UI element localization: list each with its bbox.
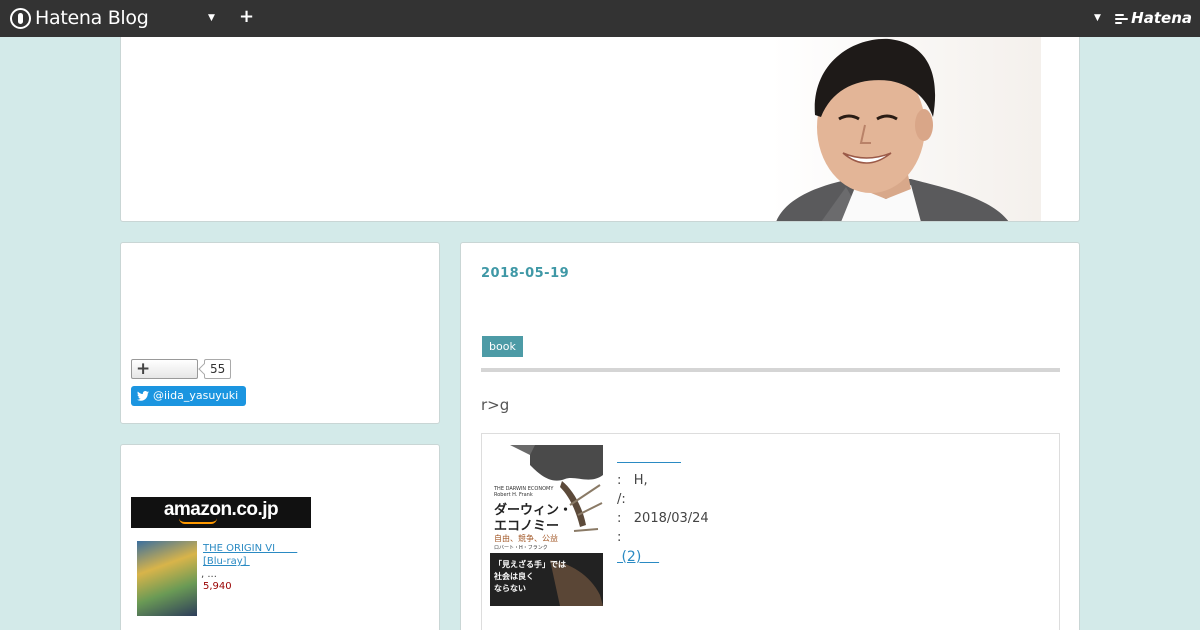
book-author-line: : H, (617, 473, 648, 488)
product-title-link[interactable]: THE ORIGIN VI [Blu-ray] (203, 542, 311, 568)
sidebar-amazon-module: amazon.co.jp THE ORIGIN VI [Blu-ray] , .… (120, 444, 440, 630)
book-release-date-line: : 2018/03/24 (617, 511, 709, 526)
header-portrait-image (771, 37, 1041, 221)
cover-band-2: 社会は良く (494, 572, 534, 581)
amazon-banner-label: amazon.co.jp (163, 499, 279, 520)
amazon-banner[interactable]: amazon.co.jp (131, 497, 311, 528)
book-media-line: : (617, 530, 622, 545)
global-header: Hatena Blog ▼ + ▼ Hatena (0, 0, 1200, 37)
add-button[interactable]: + (239, 6, 254, 27)
product-price: 5,940 (203, 581, 232, 592)
book-publisher-line: /: (617, 492, 626, 507)
book-review-link[interactable]: (2) (617, 549, 659, 565)
entry-divider (481, 368, 1060, 372)
cover-author-en: Robert H. Frank (494, 492, 533, 498)
cover-author-jp: ロバート・H・フランク (494, 545, 548, 551)
cover-subtitle-jp: 自由、競争、公益 (494, 534, 558, 543)
entry-lead-text: r>g (481, 396, 510, 414)
twitter-handle: @iida_yasuyuki (153, 389, 239, 402)
cover-title-jp-2: エコノミー (494, 519, 560, 534)
entry-article: 2018-05-19 book r>g THE DARWIN ECONOMY R… (460, 242, 1080, 630)
book-title-link[interactable] (617, 455, 681, 463)
category-tag-book[interactable]: book (482, 336, 523, 357)
chevron-down-icon[interactable]: ▼ (208, 13, 215, 23)
hatena-bookmark-button[interactable]: + (131, 359, 198, 379)
entry-date-link[interactable]: 2018-05-19 (481, 266, 569, 281)
cover-band-3: ならない (494, 584, 526, 593)
brand-name: Hatena Blog (35, 7, 149, 29)
product-thumbnail[interactable] (137, 541, 197, 616)
cover-band-1: 「見えざる手」では (494, 560, 566, 569)
twitter-follow-button[interactable]: @iida_yasuyuki (131, 386, 247, 406)
account-menu-chevron-icon[interactable]: ▼ (1094, 13, 1101, 23)
hatena-blog-logo-icon (10, 7, 31, 29)
bookmark-count[interactable]: 55 (204, 359, 232, 379)
sidebar-profile-module: + 55 @iida_yasuyuki (120, 242, 440, 424)
hatena-logo-icon (1115, 13, 1129, 24)
hatena-bookmark-plus-icon: + (136, 359, 151, 379)
amazon-smile-icon (179, 518, 217, 524)
product-subtext: , ... (201, 569, 217, 580)
hatena-label: Hatena (1131, 9, 1192, 27)
twitter-bird-icon (137, 391, 149, 401)
blog-header (120, 37, 1080, 222)
hatena-blog-home-link[interactable]: Hatena Blog (10, 7, 149, 29)
amazon-book-card: THE DARWIN ECONOMY Robert H. Frank ダーウィン… (481, 433, 1060, 630)
hatena-link[interactable]: Hatena (1115, 9, 1192, 27)
book-cover-image[interactable]: THE DARWIN ECONOMY Robert H. Frank ダーウィン… (490, 445, 603, 606)
